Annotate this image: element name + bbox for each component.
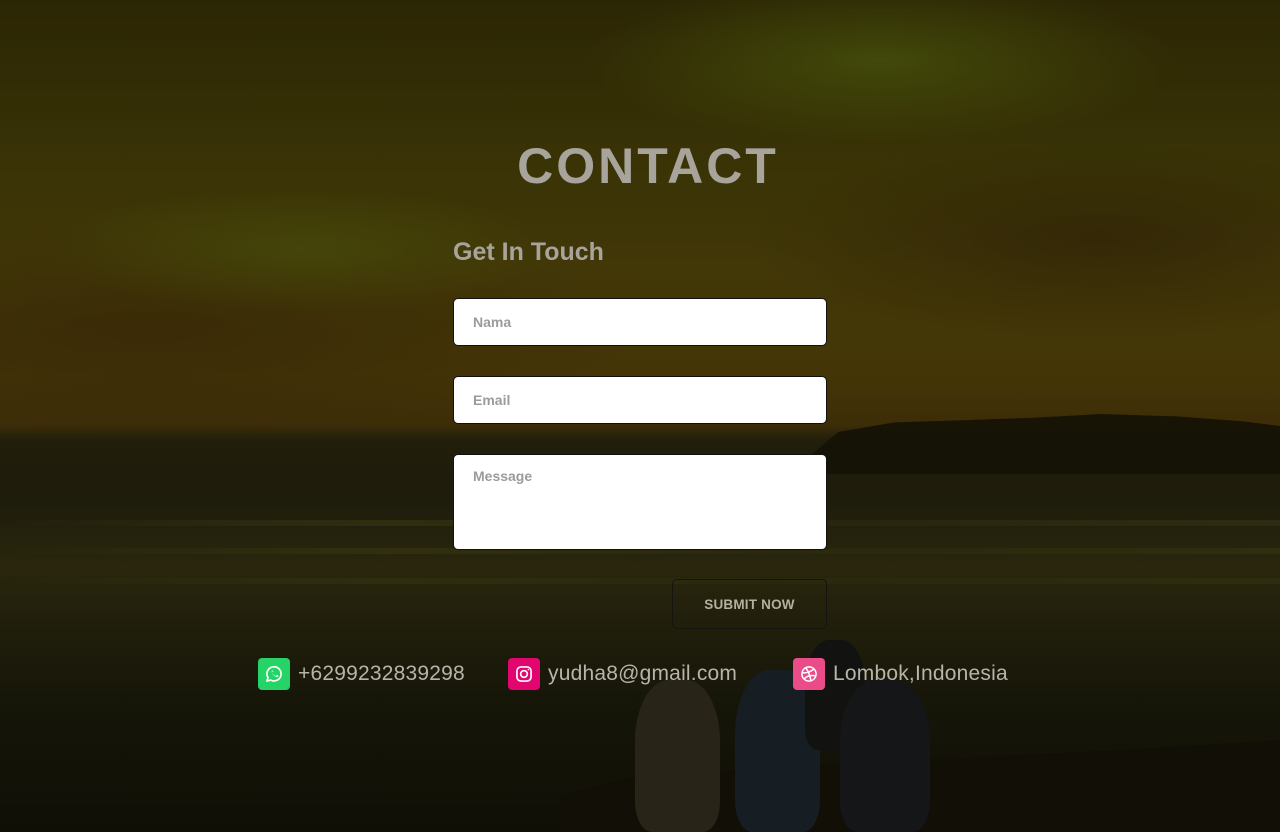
section-subtitle: Get In Touch xyxy=(453,238,604,266)
contact-section: CONTACT Get In Touch SUBMIT NOW +6299232… xyxy=(0,0,1280,832)
submit-button[interactable]: SUBMIT NOW xyxy=(672,579,827,629)
contact-location[interactable]: Lombok,Indonesia xyxy=(793,658,1008,690)
message-textarea[interactable] xyxy=(453,454,827,550)
phone-number: +6299232839298 xyxy=(298,662,465,685)
contact-email[interactable]: yudha8@gmail.com xyxy=(508,658,737,690)
contact-page: CONTACT Get In Touch SUBMIT NOW +6299232… xyxy=(0,0,1280,832)
page-title: CONTACT xyxy=(517,138,779,194)
email-address: yudha8@gmail.com xyxy=(548,662,738,685)
instagram-icon xyxy=(508,658,540,690)
location-text: Lombok,Indonesia xyxy=(833,662,1008,685)
whatsapp-icon xyxy=(258,658,290,690)
name-input[interactable] xyxy=(453,298,827,346)
contact-phone[interactable]: +6299232839298 xyxy=(258,658,465,690)
dribbble-icon xyxy=(793,658,825,690)
email-input[interactable] xyxy=(453,376,827,424)
